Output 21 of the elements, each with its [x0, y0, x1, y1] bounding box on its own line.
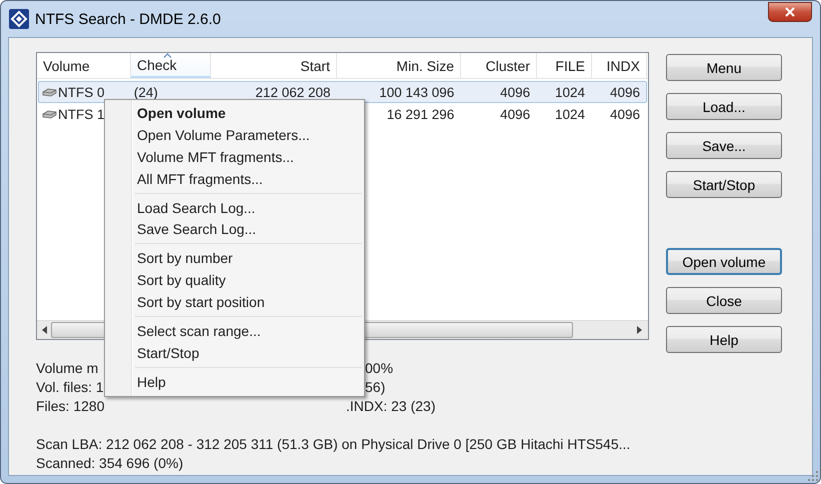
status-text: 00%	[365, 360, 394, 376]
scan-info-text: Scanned: 354 696 (0%)	[36, 455, 184, 471]
status-text: .INDX: 23 (23)	[346, 398, 436, 414]
table-cell: 1024	[555, 106, 586, 122]
status-text: Files: 1280	[36, 398, 104, 414]
scan-info-text: Scan LBA: 212 062 208 - 312 205 311 (51.3 GB) on Physical Drive 0 [250 GB Hitachi HTS545...	[36, 436, 630, 452]
window-title: NTFS Search - DMDE 2.6.0	[35, 10, 222, 28]
table-cell: 100 143 096	[379, 84, 454, 100]
table-cell: 4096	[500, 106, 530, 122]
table-cell: 4096	[500, 84, 530, 100]
table-cell: 212 062 208	[255, 84, 330, 100]
table-cell: 16 291 296	[386, 106, 454, 122]
status-text: 56)	[365, 379, 386, 395]
status-text: Volume m	[36, 360, 98, 376]
table-cell: (24)	[134, 84, 158, 100]
table-cell: 4096	[610, 84, 640, 100]
status-text: Vol. files: 1	[36, 379, 104, 395]
table-cell: 4096	[610, 106, 640, 122]
table-cell: NTFS 0	[58, 84, 105, 100]
table-cell: NTFS 1	[58, 106, 105, 122]
table-cell: 1024	[555, 84, 586, 100]
